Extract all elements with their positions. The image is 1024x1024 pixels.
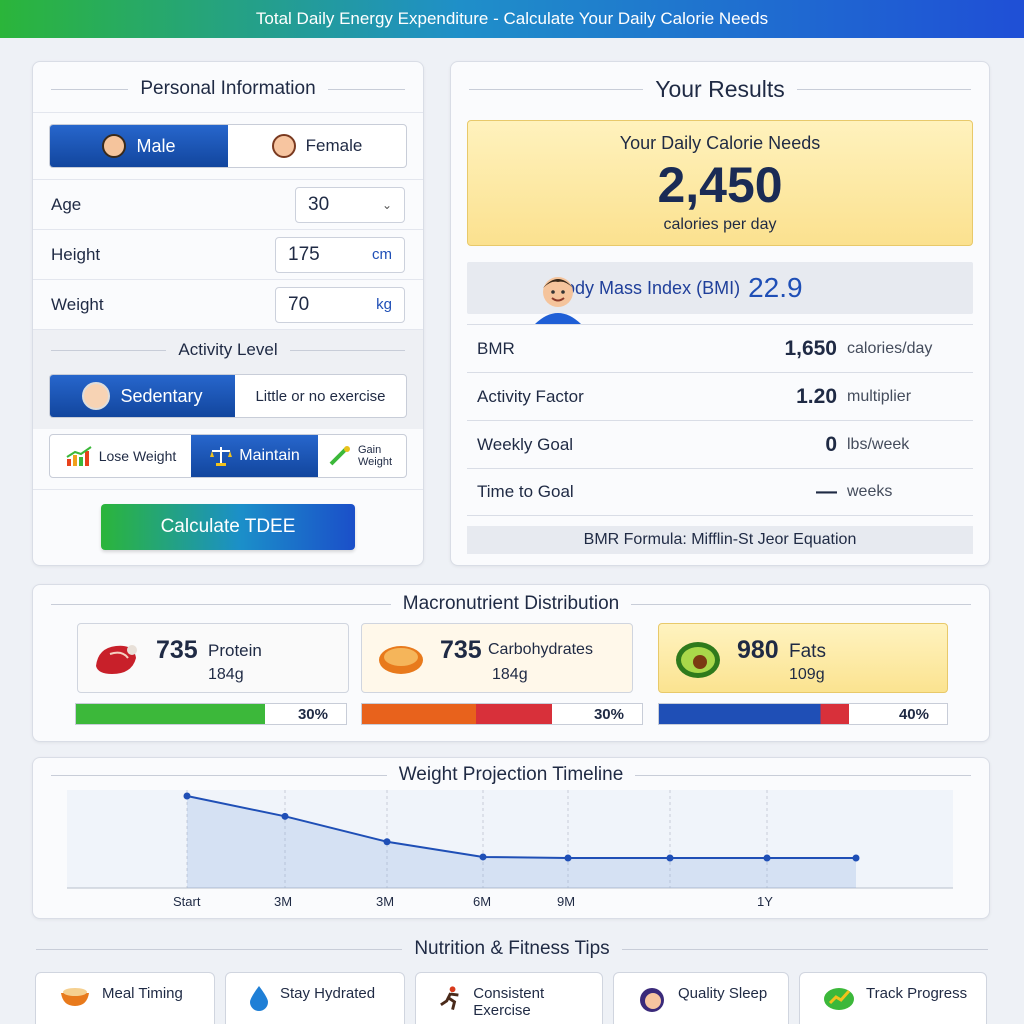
chart-data-point [479, 853, 487, 861]
weight-timeline-panel: Weight Projection Timeline Start 3M 3M 6… [32, 757, 990, 919]
goal-lose-weight-option[interactable]: Lose Weight [50, 435, 191, 477]
meat-icon [96, 645, 137, 674]
avocado-icon [676, 642, 720, 678]
tip-stay-hydrated[interactable]: Stay Hydrated [225, 972, 405, 1024]
bmr-formula-note: BMR Formula: Mifflin-St Jeor Equation [467, 526, 973, 554]
activity-description: Little or no exercise [255, 387, 386, 405]
carbohydrates-bar-fill [362, 704, 553, 724]
calculate-tdee-button[interactable]: Calculate TDEE [101, 504, 355, 550]
runner-icon [440, 986, 459, 1011]
personal-info-heading: Personal Information [33, 78, 423, 100]
app-header: Total Daily Energy Expenditure - Calcula… [0, 0, 1024, 38]
chart-data-point [763, 854, 771, 862]
weight-unit: kg [376, 296, 392, 313]
calorie-value: 2,450 [657, 157, 783, 213]
chart-data-point [666, 854, 674, 862]
chart-data-point [383, 838, 391, 846]
sedentary-avatar-icon [82, 382, 111, 410]
macronutrient-panel: Macronutrient Distribution 735 Protein 1… [32, 584, 990, 742]
age-row: Age 30 ⌄ [33, 179, 423, 229]
chevron-down-icon: ⌄ [381, 197, 392, 212]
macro-card-fats: 980 Fats 109g [658, 623, 948, 693]
female-avatar-icon [271, 134, 296, 158]
scale-icon [210, 447, 233, 466]
timeline-x-axis: Start 3M 3M 6M 9M 1Y [33, 894, 991, 914]
bmi-value: 22.9 [748, 272, 803, 303]
goal-maintain-option[interactable]: Maintain [191, 435, 318, 477]
fats-bar-fill [659, 704, 850, 724]
age-label: Age [51, 194, 82, 214]
daily-calorie-card: Your Daily Calorie Needs 2,450 calories … [467, 120, 973, 246]
stat-row-time-to-goal: Time to Goal — weeks [467, 468, 973, 516]
macro-card-protein: 735 Protein 184g [77, 623, 349, 693]
tip-meal-timing[interactable]: Meal Timing [35, 972, 215, 1024]
height-input[interactable]: 175 cm [275, 236, 405, 273]
water-drop-icon [250, 986, 268, 1011]
gender-selector: Male Female [49, 124, 407, 168]
height-row: Height 175 cm [33, 229, 423, 279]
weight-row: Weight 70 kg [33, 279, 423, 329]
tip-consistent-exercise[interactable]: Consistent Exercise [415, 972, 603, 1024]
tips-heading: Nutrition & Fitness Tips [36, 938, 988, 960]
chart-data-point [852, 854, 860, 862]
sleep-icon [640, 988, 664, 1012]
results-panel: Your Results Your Daily Calorie Needs 2,… [450, 61, 990, 566]
macro-card-carbohydrates: 735 Carbohydrates 184g [361, 623, 633, 693]
chart-up-icon [66, 446, 92, 466]
stat-row-bmr: BMR 1,650 calories/day [467, 324, 973, 372]
bowl-icon [61, 988, 89, 1006]
user-avatar-icon [535, 277, 581, 324]
chart-data-point [564, 854, 572, 862]
activity-level-selector: Sedentary Little or no exercise [49, 374, 407, 418]
results-heading: Your Results [451, 76, 989, 103]
age-select[interactable]: 30 ⌄ [295, 186, 405, 223]
goal-gain-weight-option[interactable]: Gain Weight [318, 435, 406, 477]
carbohydrates-bar: 30% [361, 703, 643, 725]
height-label: Height [51, 244, 101, 264]
activity-sedentary-option[interactable]: Sedentary [50, 375, 235, 417]
x-label-start: Start [173, 894, 201, 909]
stat-row-weekly-goal: Weekly Goal 0 lbs/week [467, 420, 973, 468]
chart-data-point [183, 792, 191, 800]
tip-quality-sleep[interactable]: Quality Sleep [613, 972, 789, 1024]
male-avatar-icon [102, 134, 127, 158]
stat-row-activity-factor: Activity Factor 1.20 multiplier [467, 372, 973, 420]
gender-female-option[interactable]: Female [228, 125, 406, 167]
x-label-3m-a: 3M [274, 894, 293, 909]
goal-selector: Lose Weight Maintain Gain Weight [49, 434, 407, 478]
x-label-1y: 1Y [757, 894, 773, 909]
protein-bar: 30% [75, 703, 347, 725]
x-label-3m-b: 3M [376, 894, 395, 909]
height-unit: cm [372, 246, 392, 263]
protein-bar-fill [76, 704, 265, 724]
weight-label: Weight [51, 294, 104, 314]
fats-bar: 40% [658, 703, 948, 725]
app-title: Total Daily Energy Expenditure - Calcula… [255, 9, 769, 28]
personal-info-panel: Personal Information Male Female Age 30 … [32, 61, 424, 566]
muscle-icon [329, 446, 350, 466]
tip-track-progress[interactable]: Track Progress [799, 972, 987, 1024]
calorie-unit: calories per day [663, 216, 777, 233]
x-label-6m: 6M [473, 894, 492, 909]
weight-input[interactable]: 70 kg [275, 286, 405, 323]
macronutrient-heading: Macronutrient Distribution [33, 593, 989, 615]
activity-level-heading: Activity Level [33, 340, 423, 360]
x-label-9m: 9M [557, 894, 576, 909]
gender-male-option[interactable]: Male [50, 125, 228, 167]
progress-icon [824, 988, 854, 1010]
chart-data-point [281, 812, 289, 820]
bread-icon [379, 646, 423, 674]
calorie-label: Your Daily Calorie Needs [619, 133, 821, 153]
